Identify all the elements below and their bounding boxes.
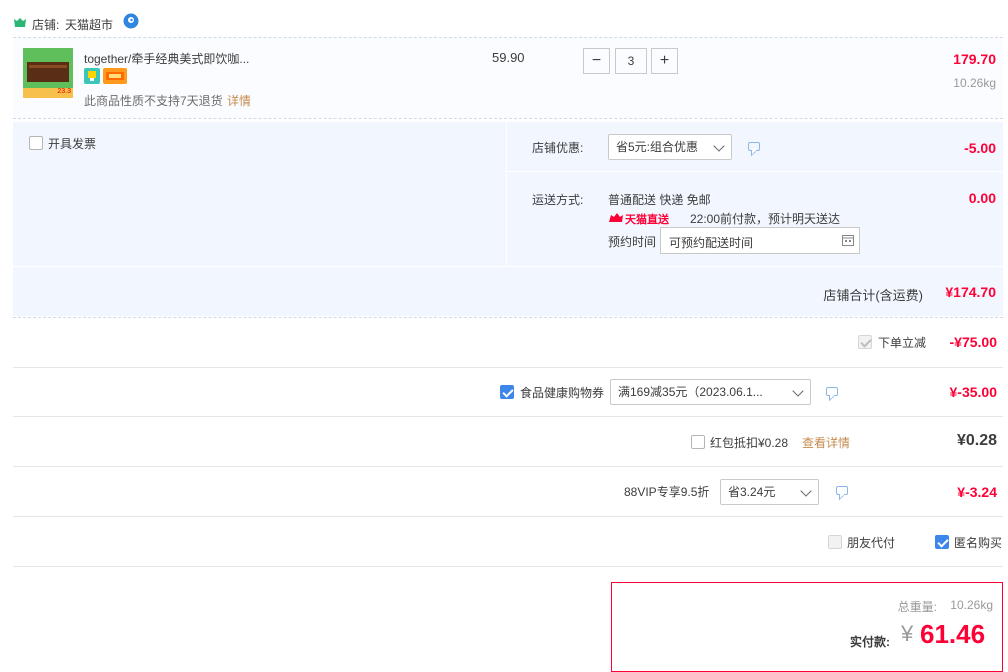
appointment-time-input[interactable]: 可预约配送时间 bbox=[660, 227, 860, 254]
delivery-eta: 22:00前付款，预计明天送达 bbox=[690, 212, 841, 226]
wangwang-chat-icon[interactable] bbox=[123, 13, 139, 29]
item-weight: 10.26kg bbox=[953, 76, 996, 90]
item-row: 23.3 together/牵手经典美式即饮咖... 此商品性质不支持7天退货 … bbox=[13, 38, 1003, 118]
quantity-input[interactable]: 3 bbox=[615, 48, 647, 74]
payment-summary-box: 总重量: 10.26kg 实付款: ¥ 61.46 bbox=[611, 582, 1003, 672]
quantity-minus-button[interactable]: − bbox=[583, 48, 610, 74]
tmall-direct-icon bbox=[608, 211, 624, 223]
shop-header: 店铺: 天猫超市 bbox=[13, 13, 213, 33]
chevron-down-icon bbox=[792, 385, 804, 397]
vip-selected: 省3.24元 bbox=[728, 485, 776, 499]
order-discount-amount: -¥75.00 bbox=[949, 334, 997, 350]
order-options-panel: 开具发票 店铺优惠: 省5元:组合优惠 -5.00 运送方式: 普通配送 快递 … bbox=[13, 122, 1003, 316]
thumb-price-badge: 23.3 bbox=[57, 88, 71, 95]
friend-pay-checkbox bbox=[828, 535, 842, 549]
red-packet-detail-link[interactable]: 查看详情 bbox=[802, 434, 850, 451]
coupon-select[interactable]: 满169减35元（2023.06.1... bbox=[610, 379, 811, 405]
policy-detail-link[interactable]: 详情 bbox=[227, 92, 251, 109]
quantity-stepper: − 3 + bbox=[583, 48, 678, 76]
total-weight-value: 10.26kg bbox=[950, 598, 993, 612]
service-badge-icon bbox=[84, 68, 100, 84]
vip-select[interactable]: 省3.24元 bbox=[720, 479, 819, 505]
pay-label: 实付款: bbox=[850, 635, 890, 649]
friend-pay-label: 朋友代付 bbox=[847, 536, 896, 550]
anonymous-purchase-checkbox[interactable] bbox=[935, 535, 949, 549]
vip-amount: ¥-3.24 bbox=[957, 484, 997, 500]
item-subtotal: 179.70 bbox=[953, 51, 996, 67]
shop-logo-icon bbox=[13, 17, 27, 28]
shipping-label: 运送方式: bbox=[532, 193, 584, 207]
appointment-label: 预约时间 bbox=[608, 235, 657, 249]
message-icon[interactable] bbox=[836, 486, 848, 495]
return-policy-notice: 此商品性质不支持7天退货 bbox=[84, 94, 223, 108]
red-packet-checkbox[interactable] bbox=[691, 435, 705, 449]
shop-label: 店铺: bbox=[32, 18, 60, 32]
shipping-method: 普通配送 快递 免邮 bbox=[608, 193, 711, 207]
store-discount-select[interactable]: 省5元:组合优惠 bbox=[608, 134, 732, 160]
store-discount-selected: 省5元:组合优惠 bbox=[616, 140, 699, 154]
message-icon[interactable] bbox=[748, 142, 760, 151]
store-discount-amount: -5.00 bbox=[964, 140, 996, 156]
order-discount-checkbox bbox=[858, 335, 872, 349]
total-weight-label: 总重量: bbox=[897, 600, 937, 614]
coupon-amount: ¥-35.00 bbox=[949, 384, 997, 400]
store-discount-label: 店铺优惠: bbox=[532, 141, 584, 155]
invoice-label: 开具发票 bbox=[48, 137, 97, 151]
anonymous-purchase-label: 匿名购买 bbox=[954, 536, 1003, 550]
chevron-down-icon bbox=[713, 140, 725, 152]
shipping-fee: 0.00 bbox=[968, 190, 996, 206]
item-thumbnail[interactable]: 23.3 bbox=[23, 48, 73, 98]
order-discount-label: 下单立减 bbox=[878, 336, 927, 350]
coupon-checkbox[interactable] bbox=[500, 385, 514, 399]
currency-symbol: ¥ bbox=[901, 621, 914, 646]
promo-badge-icon bbox=[103, 68, 127, 84]
item-title[interactable]: together/牵手经典美式即饮咖... bbox=[84, 50, 249, 67]
store-total-label: 店铺合计(含运费) bbox=[823, 288, 923, 303]
shop-name[interactable]: 天猫超市 bbox=[65, 16, 113, 33]
coupon-label: 食品健康购物券 bbox=[520, 386, 605, 400]
quantity-plus-button[interactable]: + bbox=[651, 48, 678, 74]
message-icon[interactable] bbox=[826, 387, 838, 396]
tmall-direct-label: 天猫直送 bbox=[625, 214, 669, 226]
chevron-down-icon bbox=[800, 485, 812, 497]
appointment-placeholder: 可预约配送时间 bbox=[669, 236, 754, 250]
pay-amount: 61.46 bbox=[920, 619, 986, 649]
coupon-selected: 满169减35元（2023.06.1... bbox=[618, 385, 763, 399]
store-total-amount: ¥174.70 bbox=[945, 284, 996, 300]
red-packet-amount: ¥0.28 bbox=[956, 432, 997, 449]
red-packet-label: 红包抵扣¥0.28 bbox=[710, 436, 789, 450]
vip-label: 88VIP专享9.5折 bbox=[624, 485, 710, 499]
calendar-icon[interactable] bbox=[842, 234, 854, 246]
unit-price: 59.90 bbox=[492, 50, 525, 65]
invoice-checkbox[interactable] bbox=[29, 136, 43, 150]
